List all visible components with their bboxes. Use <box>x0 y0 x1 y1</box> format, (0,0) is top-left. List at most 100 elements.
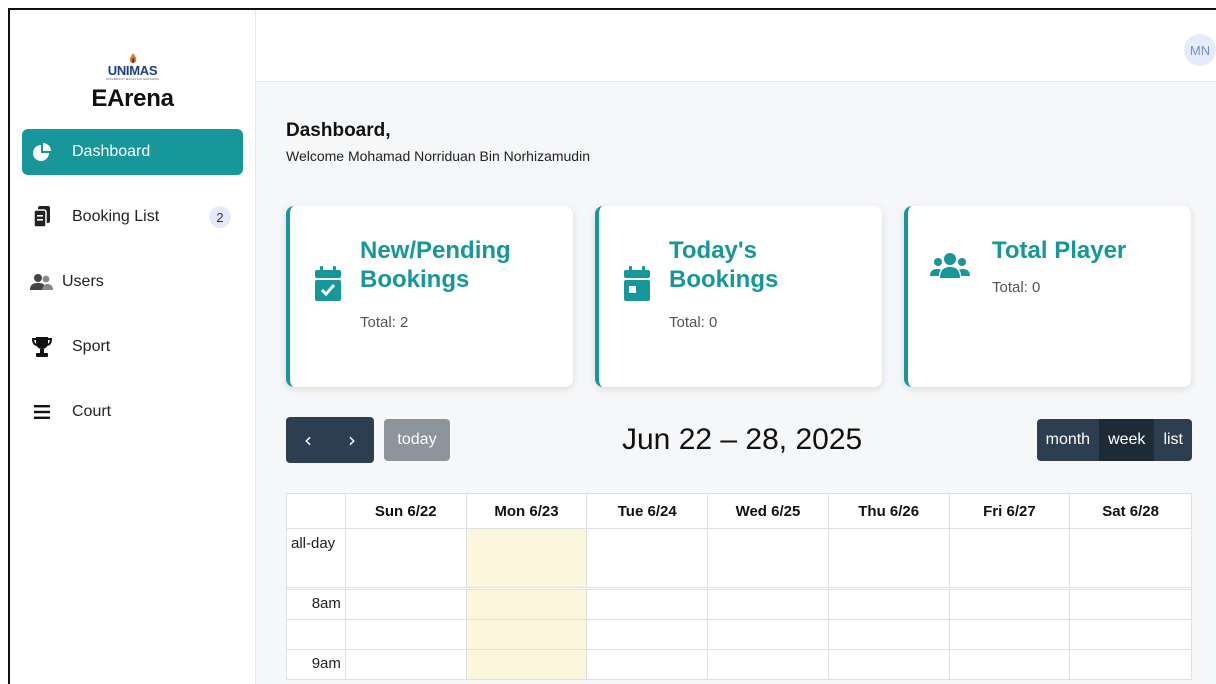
day-header[interactable]: Fri 6/27 <box>950 494 1071 528</box>
main-area: MN Dashboard, Welcome Mohamad Norriduan … <box>256 10 1216 684</box>
allday-slot[interactable] <box>587 529 709 587</box>
allday-slot[interactable] <box>1070 529 1191 587</box>
calendar-check-icon <box>315 266 341 301</box>
card-title-line-1: Today's <box>669 237 757 264</box>
sidebar-item-label: Sport <box>72 338 111 355</box>
stat-cards: New/Pending Bookings Total: 2 Today's Bo… <box>286 206 1192 387</box>
brand: UNIMAS UNIVERSITI MALAYSIA SARAWAK EAren… <box>10 10 255 113</box>
chevron-left-icon: ‹ <box>304 428 312 452</box>
allday-row: all-day <box>287 529 1191 590</box>
logo-subtext: UNIVERSITI MALAYSIA SARAWAK <box>105 77 160 81</box>
booking-count-badge: 2 <box>209 206 231 228</box>
time-slot[interactable] <box>950 650 1071 679</box>
time-slot[interactable] <box>829 650 950 679</box>
sidebar: UNIMAS UNIVERSITI MALAYSIA SARAWAK EAren… <box>10 10 256 684</box>
time-label: 9am <box>287 650 346 679</box>
time-slot[interactable] <box>708 650 829 679</box>
time-slot[interactable] <box>346 590 467 619</box>
sidebar-item-dashboard[interactable]: Dashboard <box>22 129 243 175</box>
user-avatar[interactable]: MN <box>1184 34 1216 66</box>
time-slot[interactable] <box>950 620 1071 649</box>
calendar-nav-group: ‹ › <box>286 417 374 463</box>
view-month-button[interactable]: month <box>1036 419 1100 461</box>
card-title-line-2: Bookings <box>669 266 779 293</box>
stat-card-total-player[interactable]: Total Player Total: 0 <box>904 206 1191 387</box>
time-slot[interactable] <box>950 590 1071 619</box>
topbar: MN <box>256 10 1216 82</box>
view-list-button[interactable]: list <box>1154 419 1192 461</box>
allday-label: all-day <box>287 529 346 587</box>
time-slot[interactable] <box>708 590 829 619</box>
next-week-button[interactable]: › <box>330 417 374 463</box>
time-slot[interactable] <box>829 620 950 649</box>
allday-slot[interactable] <box>950 529 1071 587</box>
card-total: Total: 0 <box>992 279 1041 296</box>
time-slot[interactable] <box>346 650 467 679</box>
sidebar-item-sport[interactable]: Sport <box>22 324 243 370</box>
time-slot[interactable] <box>587 590 709 619</box>
time-slot-row: 9am <box>287 650 1191 679</box>
view-toggle-group: month week list <box>1036 419 1192 461</box>
sidebar-item-booking-list[interactable]: Booking List 2 <box>22 194 243 240</box>
app-window: UNIMAS UNIVERSITI MALAYSIA SARAWAK EAren… <box>8 8 1216 684</box>
time-slot[interactable] <box>829 590 950 619</box>
sidebar-item-users[interactable]: Users <box>22 259 243 305</box>
time-slot[interactable] <box>1070 620 1191 649</box>
card-title-line-1: New/Pending <box>360 237 511 264</box>
calendar-day-icon <box>624 266 650 301</box>
sidebar-item-label: Court <box>72 403 112 420</box>
day-header[interactable]: Mon 6/23 <box>467 494 588 528</box>
trophy-icon <box>30 335 54 359</box>
time-slot[interactable] <box>587 650 709 679</box>
view-week-button[interactable]: week <box>1099 419 1155 461</box>
stat-card-pending-bookings[interactable]: New/Pending Bookings Total: 2 <box>286 206 573 387</box>
time-slot-today[interactable] <box>466 590 588 619</box>
day-header[interactable]: Thu 6/26 <box>829 494 950 528</box>
time-slot[interactable] <box>708 620 829 649</box>
time-slot-row <box>287 620 1191 650</box>
unimas-logo: UNIMAS UNIVERSITI MALAYSIA SARAWAK <box>106 53 159 81</box>
day-header[interactable]: Wed 6/25 <box>708 494 829 528</box>
allday-slot[interactable] <box>829 529 950 587</box>
logo-text: UNIMAS <box>107 63 158 78</box>
allday-slot-today[interactable] <box>466 529 588 587</box>
time-slot[interactable] <box>346 620 467 649</box>
list-icon <box>30 400 54 424</box>
day-header[interactable]: Sat 6/28 <box>1070 494 1191 528</box>
page-title: Dashboard, <box>286 120 391 141</box>
time-slot[interactable] <box>587 620 709 649</box>
time-slot[interactable] <box>1070 590 1191 619</box>
card-title: Today's Bookings <box>669 236 869 294</box>
sidebar-item-label: Dashboard <box>72 143 151 160</box>
users-icon <box>30 270 54 294</box>
allday-slot[interactable] <box>346 529 467 587</box>
allday-slot[interactable] <box>708 529 829 587</box>
day-header[interactable]: Sun 6/22 <box>346 494 467 528</box>
axis-header <box>287 494 346 528</box>
sidebar-item-label: Booking List <box>72 208 160 225</box>
time-label: 8am <box>287 590 346 619</box>
today-button[interactable]: today <box>384 419 450 461</box>
calendar-week-grid: Sun 6/22 Mon 6/23 Tue 6/24 Wed 6/25 Thu … <box>286 493 1192 680</box>
sidebar-item-court[interactable]: Court <box>22 389 243 435</box>
calendar-toolbar: ‹ › today Jun 22 – 28, 2025 month week l… <box>286 417 1192 463</box>
stat-card-todays-bookings[interactable]: Today's Bookings Total: 0 <box>595 206 882 387</box>
users-icon <box>930 253 970 278</box>
time-slot-today[interactable] <box>466 650 588 679</box>
card-total: Total: 2 <box>360 314 409 331</box>
card-total: Total: 0 <box>669 314 718 331</box>
card-title-line-1: Total Player <box>992 237 1127 264</box>
calendar-header-row: Sun 6/22 Mon 6/23 Tue 6/24 Wed 6/25 Thu … <box>287 494 1191 529</box>
time-label-blank <box>287 620 346 649</box>
time-slot-today[interactable] <box>466 620 588 649</box>
time-slot[interactable] <box>1070 650 1191 679</box>
time-slot-row: 8am <box>287 590 1191 620</box>
day-header[interactable]: Tue 6/24 <box>587 494 709 528</box>
sidebar-item-label: Users <box>62 273 104 290</box>
calendar-title: Jun 22 – 28, 2025 <box>622 423 863 456</box>
pie-chart-icon <box>30 140 54 164</box>
prev-week-button[interactable]: ‹ <box>286 417 330 463</box>
dashboard-content: Dashboard, Welcome Mohamad Norriduan Bin… <box>256 120 1216 680</box>
card-title: Total Player <box>992 236 1192 265</box>
app-name: EArena <box>91 85 174 112</box>
